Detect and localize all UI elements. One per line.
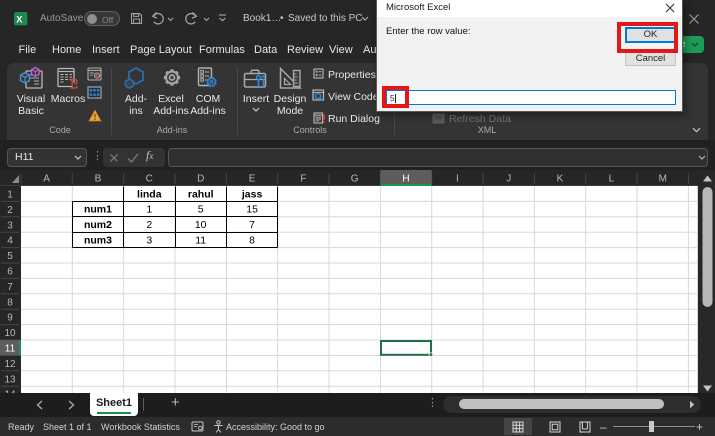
svg-text:7: 7 bbox=[249, 219, 255, 231]
svg-text:F: F bbox=[300, 174, 306, 185]
svg-text:C: C bbox=[146, 174, 153, 185]
svg-text:7: 7 bbox=[7, 282, 13, 293]
svg-text:D: D bbox=[197, 174, 204, 185]
svg-text:M: M bbox=[659, 174, 667, 185]
svg-text:10: 10 bbox=[4, 328, 16, 339]
svg-text:I: I bbox=[456, 174, 459, 185]
svg-text:A: A bbox=[43, 174, 50, 185]
svg-text:jass: jass bbox=[241, 188, 263, 200]
svg-text:11: 11 bbox=[5, 344, 16, 355]
svg-text:8: 8 bbox=[7, 297, 13, 308]
svg-text:4: 4 bbox=[7, 236, 13, 247]
svg-text:3: 3 bbox=[7, 220, 13, 231]
svg-text:H: H bbox=[402, 174, 409, 185]
svg-text:1: 1 bbox=[146, 204, 152, 216]
svg-text:3: 3 bbox=[146, 235, 152, 247]
svg-text:5: 5 bbox=[7, 251, 13, 262]
svg-text:15: 15 bbox=[246, 204, 258, 216]
svg-text:num1: num1 bbox=[84, 204, 112, 216]
svg-text:L: L bbox=[609, 174, 615, 185]
svg-text:K: K bbox=[557, 174, 564, 185]
svg-text:E: E bbox=[249, 174, 256, 185]
svg-text:X: X bbox=[16, 14, 23, 25]
svg-text:12: 12 bbox=[4, 359, 16, 370]
svg-text:num3: num3 bbox=[84, 235, 112, 247]
svg-text:6: 6 bbox=[7, 267, 13, 278]
svg-text:B: B bbox=[95, 174, 102, 185]
svg-text:num2: num2 bbox=[84, 219, 112, 231]
svg-text:2: 2 bbox=[146, 219, 152, 231]
svg-text:1: 1 bbox=[7, 190, 13, 201]
svg-text:linda: linda bbox=[137, 188, 162, 200]
svg-text:13: 13 bbox=[4, 374, 16, 385]
svg-text:J: J bbox=[506, 174, 511, 185]
svg-text:10: 10 bbox=[195, 219, 207, 231]
svg-text:11: 11 bbox=[195, 235, 206, 247]
svg-text:rahul: rahul bbox=[188, 188, 214, 200]
svg-text:5: 5 bbox=[198, 204, 204, 216]
svg-text:2: 2 bbox=[7, 205, 13, 216]
svg-text:9: 9 bbox=[7, 313, 13, 324]
svg-text:G: G bbox=[351, 174, 359, 185]
svg-text:8: 8 bbox=[249, 235, 255, 247]
